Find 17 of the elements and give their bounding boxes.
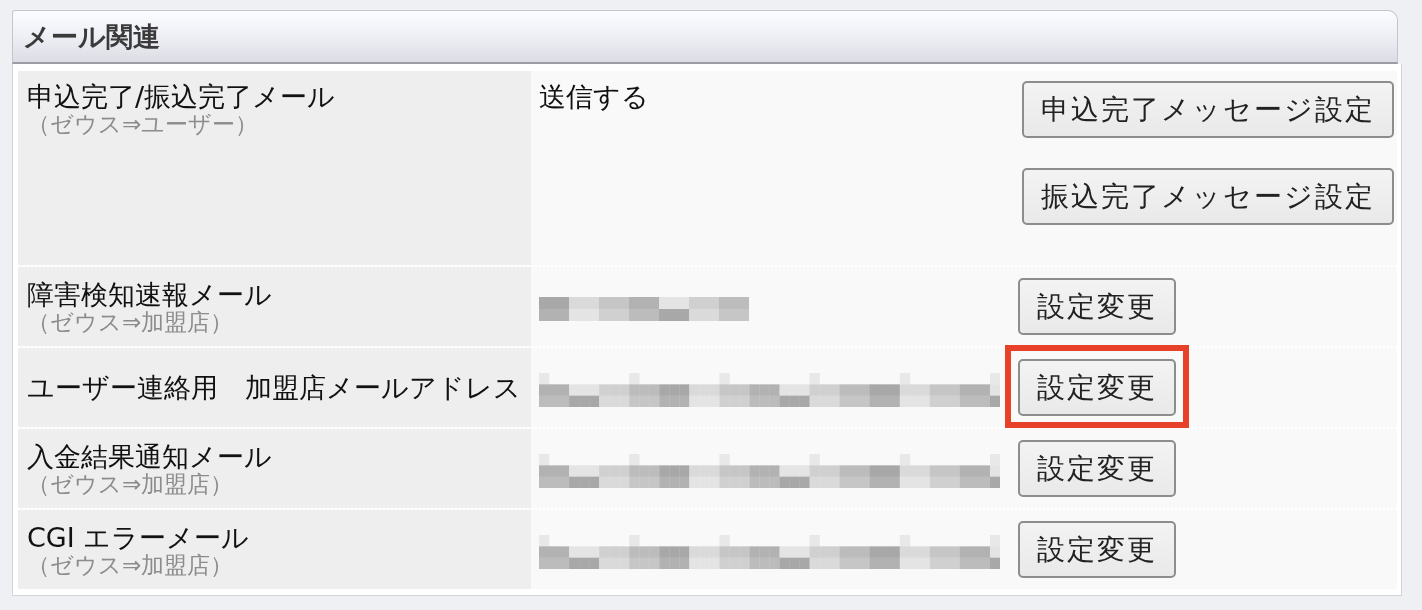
settings-button[interactable]: 設定変更 (1018, 440, 1176, 497)
settings-button[interactable]: 申込完了メッセージ設定 (1022, 81, 1394, 138)
setting-label: CGI エラーメール (27, 522, 250, 553)
settings-button[interactable]: 設定変更 (1018, 278, 1176, 335)
settings-button[interactable]: 設定変更 (1018, 521, 1176, 578)
setting-label: 申込完了/振込完了メール (27, 82, 336, 112)
direction-note: （ゼウス⇒加盟店） (27, 552, 234, 577)
direction-note: （ゼウス⇒加盟店） (27, 309, 234, 334)
direction-note: （ゼウス⇒ユーザー） (27, 112, 259, 136)
setting-label: 入金結果通知メール (27, 441, 272, 472)
section-header: メール関連 (12, 10, 1398, 64)
settings-button[interactable]: 設定変更 (1018, 359, 1176, 416)
setting-label: ユーザー連絡用 加盟店メールアドレス (27, 372, 521, 403)
direction-note: （ゼウス⇒加盟店） (27, 471, 234, 496)
settings-button[interactable]: 振込完了メッセージ設定 (1022, 168, 1394, 225)
setting-value: 送信する (539, 82, 649, 112)
setting-label: 障害検知速報メール (27, 279, 272, 310)
